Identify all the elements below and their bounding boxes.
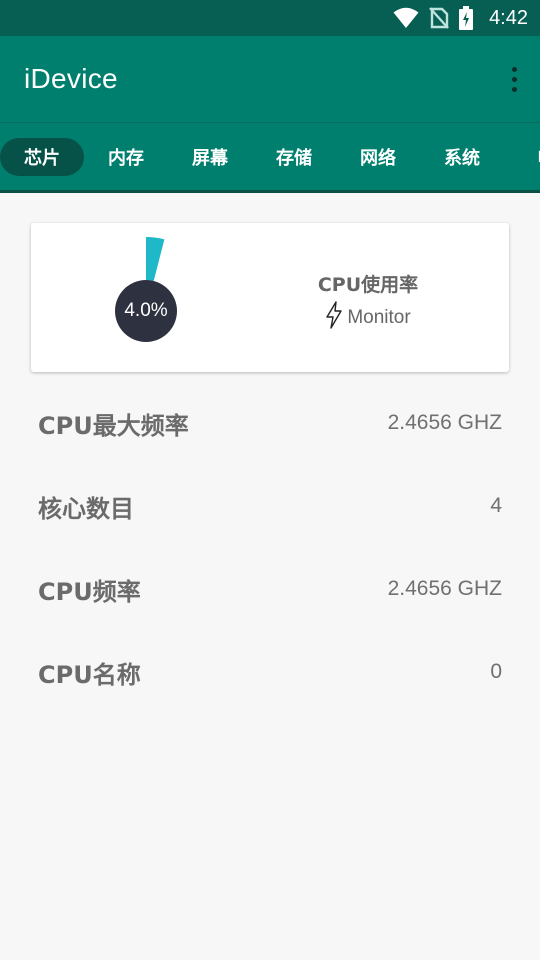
lightning-icon bbox=[325, 301, 343, 335]
tab-system[interactable]: 系统 bbox=[420, 138, 504, 176]
monitor-row: Monitor bbox=[293, 301, 443, 335]
info-row-frequency: CPU频率 2.4656 GHZ bbox=[38, 569, 502, 609]
tab-label: 内存 bbox=[108, 147, 144, 169]
info-row-cpu-name: CPU名称 0 bbox=[38, 652, 502, 692]
more-vert-icon[interactable] bbox=[502, 59, 526, 99]
cpu-usage-title: CPU使用率 bbox=[317, 274, 419, 296]
app-title: iDevice bbox=[24, 63, 118, 94]
cpu-usage-value: 4.0% bbox=[124, 300, 168, 321]
wifi-icon bbox=[393, 7, 419, 29]
info-label: CPU最大频率 bbox=[38, 411, 189, 440]
no-sim-icon bbox=[429, 7, 449, 29]
gauge-arc bbox=[146, 237, 165, 281]
tab-battery[interactable]: 电 bbox=[504, 138, 540, 176]
gauge-center: 4.0% bbox=[115, 280, 177, 342]
tab-bar: 芯片 内存 屏幕 存储 网络 系统 电 bbox=[0, 122, 540, 190]
tab-label: 屏幕 bbox=[192, 147, 228, 169]
info-value: 4 bbox=[490, 494, 502, 517]
info-label: CPU名称 bbox=[38, 660, 141, 689]
info-value: 2.4656 GHZ bbox=[387, 411, 502, 434]
info-label: CPU频率 bbox=[38, 577, 141, 606]
battery-charging-icon bbox=[459, 6, 474, 30]
tab-label: 系统 bbox=[444, 147, 480, 169]
tab-memory[interactable]: 内存 bbox=[84, 138, 168, 176]
app-bar: iDevice bbox=[0, 36, 540, 122]
tab-screen[interactable]: 屏幕 bbox=[168, 138, 252, 176]
monitor-label: Monitor bbox=[347, 307, 411, 328]
status-bar: 4:42 bbox=[0, 0, 540, 36]
info-label: 核心数目 bbox=[38, 494, 134, 523]
info-value: 2.4656 GHZ bbox=[387, 577, 502, 600]
info-row-core-count: 核心数目 4 bbox=[38, 486, 502, 526]
cpu-usage-gauge: 4.0% bbox=[91, 235, 201, 345]
tab-label: 存储 bbox=[276, 147, 312, 169]
tab-divider bbox=[0, 190, 540, 193]
info-row-max-frequency: CPU最大频率 2.4656 GHZ bbox=[38, 403, 502, 443]
tab-chip[interactable]: 芯片 bbox=[0, 137, 84, 176]
tab-label: 芯片 bbox=[24, 147, 60, 169]
card-labels: CPU使用率 Monitor bbox=[293, 270, 443, 335]
tab-storage[interactable]: 存储 bbox=[252, 138, 336, 176]
status-time: 4:42 bbox=[489, 6, 528, 29]
tab-network[interactable]: 网络 bbox=[336, 138, 420, 176]
info-value: 0 bbox=[490, 660, 502, 683]
tab-label: 网络 bbox=[360, 147, 396, 169]
cpu-usage-card[interactable]: 4.0% CPU使用率 Monitor bbox=[31, 223, 509, 372]
